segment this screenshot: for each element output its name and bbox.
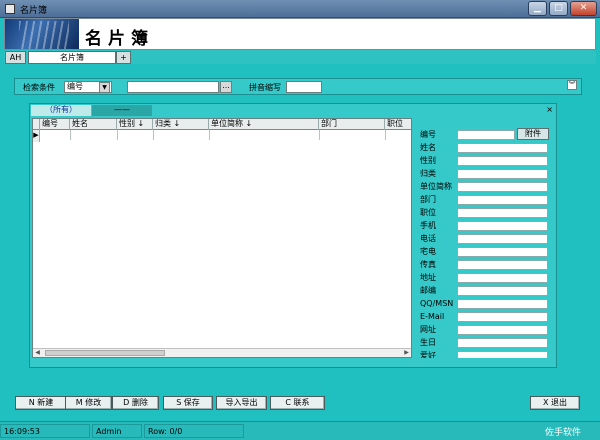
tab-ah[interactable]: AH	[5, 51, 26, 64]
field-label: 性别	[420, 156, 436, 165]
field-input[interactable]	[457, 273, 548, 283]
search-condition-label: 检索条件	[23, 83, 55, 92]
field-label: 手机	[420, 221, 436, 230]
attachment-button[interactable]: 附件	[517, 128, 549, 140]
field-label: 编号	[420, 130, 436, 139]
table-header: 编号 姓名 性别 ↓ 归类 ↓ 单位简称 ↓ 部门 职位	[33, 119, 411, 130]
field-label: 生日	[420, 338, 436, 347]
panel-close-icon[interactable]: ×	[546, 105, 553, 114]
app-title: 名片簿	[85, 29, 154, 49]
field-label: 部门	[420, 195, 436, 204]
field-input[interactable]	[457, 260, 548, 270]
field-input[interactable]	[457, 247, 548, 257]
field-label: 地址	[420, 273, 436, 282]
tab-all[interactable]: （所有）	[31, 105, 91, 116]
grid-line	[209, 130, 210, 140]
field-input[interactable]	[457, 156, 548, 166]
field-label: 归类	[420, 169, 436, 178]
status-user: Admin	[92, 424, 142, 438]
contact-button[interactable]: C 联系	[270, 396, 325, 410]
field-input[interactable]	[457, 351, 548, 358]
field-label: 姓名	[420, 143, 436, 152]
field-label: E-Mail	[420, 312, 445, 321]
field-label: 爱好	[420, 351, 436, 358]
browse-button[interactable]: ...	[220, 81, 232, 93]
search-bar: 检索条件 编号 ▼ ... 拼音缩写	[14, 78, 582, 95]
field-label: 职位	[420, 208, 436, 217]
column-header[interactable]: 部门	[319, 119, 385, 130]
field-input[interactable]	[457, 234, 548, 244]
column-header[interactable]: 编号	[40, 119, 70, 130]
field-input[interactable]	[457, 195, 548, 205]
field-label: QQ/MSN	[420, 299, 454, 308]
status-bar: 16:09:53 Admin Row: 0/0 佐手软件	[0, 421, 600, 440]
row-pointer-icon: ▶	[33, 130, 40, 142]
window-title: 名片簿	[20, 6, 48, 16]
header-corner	[33, 119, 40, 130]
search-keyword-input[interactable]	[127, 81, 219, 93]
header-banner: 名片簿	[4, 18, 596, 50]
import-export-button[interactable]: 导入导出	[216, 396, 267, 410]
scroll-left-icon[interactable]: ◀	[33, 349, 42, 357]
add-tab-button[interactable]: +	[116, 51, 131, 64]
field-input[interactable]	[457, 325, 548, 335]
document-tabs: AH 名片簿 +	[4, 50, 596, 64]
close-button[interactable]: ✕	[570, 1, 597, 16]
save-button[interactable]: S 保存	[163, 396, 213, 410]
pinyin-label: 拼音缩写	[249, 83, 281, 92]
field-input[interactable]	[457, 182, 548, 192]
new-button[interactable]: N 新建	[15, 396, 67, 410]
field-input[interactable]	[457, 130, 515, 140]
minimize-button[interactable]: ▁	[528, 1, 547, 16]
grid-line	[319, 130, 320, 140]
field-input[interactable]	[457, 221, 548, 231]
field-input[interactable]	[457, 143, 548, 153]
column-header[interactable]: 归类 ↓	[153, 119, 209, 130]
scroll-right-icon[interactable]: ▶	[402, 349, 411, 357]
field-label: 网址	[420, 325, 436, 334]
grid-line	[153, 130, 154, 140]
status-row: Row: 0/0	[144, 424, 244, 438]
field-input[interactable]	[457, 312, 548, 322]
banner-image	[5, 19, 79, 49]
maximize-button[interactable]: □	[549, 1, 568, 16]
pinyin-input[interactable]	[286, 81, 322, 93]
field-input[interactable]	[457, 208, 548, 218]
chevron-down-icon[interactable]: ▼	[99, 82, 110, 93]
edit-button[interactable]: M 修改	[65, 396, 112, 410]
column-header[interactable]: 单位简称 ↓	[209, 119, 319, 130]
delete-button[interactable]: D 删除	[112, 396, 159, 410]
tab-card-book[interactable]: 名片簿	[28, 51, 116, 64]
app-icon	[5, 4, 15, 14]
status-time: 16:09:53	[0, 424, 90, 438]
field-input[interactable]	[457, 299, 548, 309]
chevron-double-down-icon[interactable]: ︾	[567, 80, 577, 90]
field-label: 单位简称	[420, 182, 452, 191]
column-header[interactable]: 性别 ↓	[117, 119, 153, 130]
field-label: 邮编	[420, 286, 436, 295]
field-input[interactable]	[457, 338, 548, 348]
column-header[interactable]: 职位	[385, 119, 411, 130]
field-input[interactable]	[457, 169, 548, 179]
exit-button[interactable]: X 退出	[530, 396, 580, 410]
tab-second[interactable]: ——	[92, 105, 152, 116]
brand-label: 佐手软件	[545, 428, 582, 438]
records-table[interactable]: 编号 姓名 性别 ↓ 归类 ↓ 单位简称 ↓ 部门 职位 ▶ ◀ ▶	[32, 118, 412, 358]
field-label: 宅电	[420, 247, 436, 256]
title-bar: 名片簿 ▁ □ ✕	[0, 0, 600, 18]
column-header[interactable]: 姓名	[70, 119, 117, 130]
scrollbar-thumb[interactable]	[45, 350, 165, 356]
field-label: 电话	[420, 234, 436, 243]
list-panel: （所有） —— × 编号 姓名 性别 ↓ 归类 ↓ 单位简称 ↓ 部门 职位 ▶…	[29, 103, 557, 368]
grid-line	[70, 130, 71, 140]
grid-line	[385, 130, 386, 140]
horizontal-scrollbar[interactable]: ◀ ▶	[33, 348, 411, 357]
field-input[interactable]	[457, 286, 548, 296]
grid-line	[117, 130, 118, 140]
detail-form: 附件 编号 姓名 性别 归类 单位简称 部门 职位 手机 电话 宅电 传真 地址…	[413, 118, 553, 358]
field-label: 传真	[420, 260, 436, 269]
